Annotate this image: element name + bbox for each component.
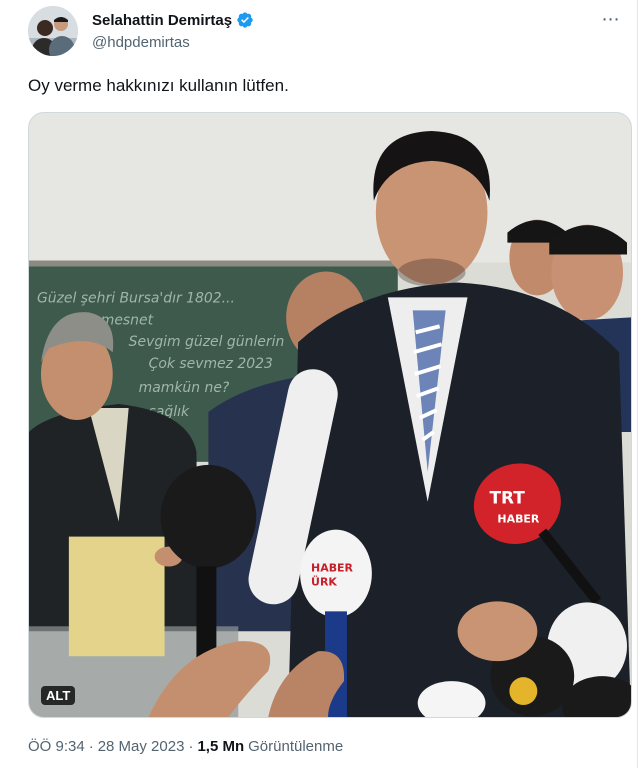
more-options-button[interactable]: ⋯ [597, 8, 625, 30]
views-count: 1,5 Mn [197, 738, 245, 755]
alt-text-badge[interactable]: ALT [41, 686, 76, 705]
tweet-text: Oy verme hakkınızı kullanın lütfen. [28, 76, 289, 95]
verified-badge-icon [236, 11, 254, 29]
board-line-1: Güzel şehri Bursa'dır 1802... [37, 290, 235, 306]
separator: · [188, 738, 194, 755]
tweet: Selahattin Demirtaş @hdpdemirtas ⋯ Oy ve… [0, 0, 638, 768]
ballot-envelope [68, 536, 165, 657]
tweet-timestamp[interactable]: ÖÖ 9:34 [28, 738, 85, 755]
display-name-row: Selahattin Demirtaş [92, 10, 254, 30]
views-label: Görüntülenme [248, 738, 344, 755]
small-mic-logo-1: HABER [311, 561, 353, 574]
board-line-5: mamkün ne? [139, 380, 230, 396]
trt-logo-1: TRT [489, 488, 525, 508]
display-name[interactable]: Selahattin Demirtaş [92, 12, 232, 29]
tweet-photo[interactable]: Güzel şehri Bursa'dır 1802... Lise mesne… [28, 112, 632, 718]
separator: · [88, 738, 94, 755]
board-line-3: Sevgim güzel günlerin [129, 334, 285, 350]
board-line-4: Çok sevmez 2023 [149, 356, 273, 372]
more-icon: ⋯ [601, 9, 621, 29]
tweet-header: Selahattin Demirtaş @hdpdemirtas ⋯ [28, 6, 625, 56]
avatar-image [28, 6, 78, 56]
tweet-date[interactable]: 28 May 2023 [98, 738, 185, 755]
author-names: Selahattin Demirtaş @hdpdemirtas [92, 10, 254, 51]
trt-logo-2: HABER [497, 513, 539, 526]
photo-scene: Güzel şehri Bursa'dır 1802... Lise mesne… [29, 113, 631, 717]
small-mic-logo-2: ÜRK [311, 574, 337, 588]
handle[interactable]: @hdpdemirtas [92, 34, 254, 51]
avatar[interactable] [28, 6, 78, 56]
tweet-meta: ÖÖ 9:34 · 28 May 2023 · 1,5 Mn Görüntüle… [28, 738, 343, 755]
